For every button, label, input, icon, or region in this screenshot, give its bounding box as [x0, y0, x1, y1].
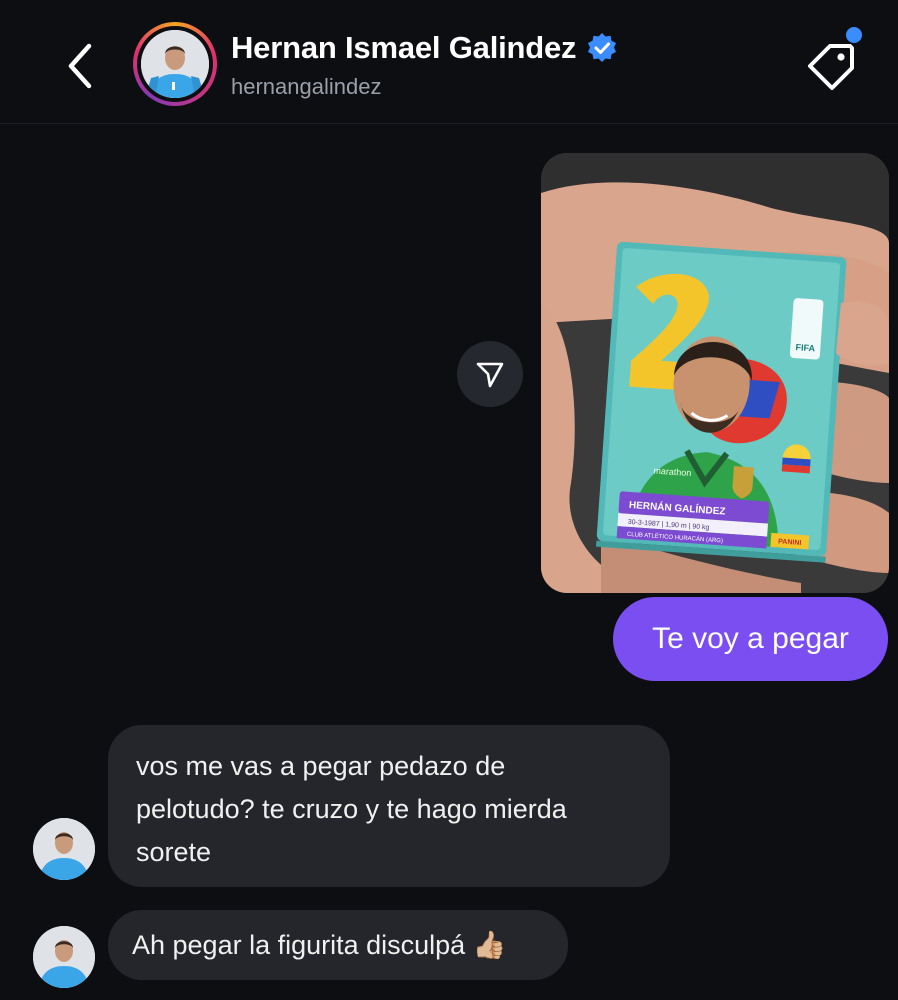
verified-badge-icon	[588, 33, 617, 62]
avatar[interactable]	[33, 818, 95, 880]
tag-icon	[808, 44, 854, 90]
send-icon	[476, 362, 504, 388]
username: hernangalindez	[231, 74, 382, 99]
avatar	[141, 30, 209, 98]
notification-dot	[846, 27, 862, 43]
profile-avatar-ring[interactable]	[133, 22, 217, 106]
avatar[interactable]	[33, 926, 95, 988]
contact-title[interactable]: Hernan Ismael Galindez	[231, 28, 618, 68]
sticker-fifa-text: FIFA	[795, 342, 816, 353]
message-photo[interactable]: FIFA marathon HERNÁN GALÍNDEZ 30-3-1987 …	[541, 153, 889, 593]
message-line: pelotudo? te cruzo y te hago mierda	[136, 794, 567, 824]
tag-button[interactable]	[806, 40, 858, 92]
chat-header: Hernan Ismael Galindez hernangalindez	[0, 0, 898, 124]
message-bubble-outgoing[interactable]: Te voy a pegar	[613, 597, 888, 681]
message-bubble-incoming[interactable]: vos me vas a pegar pedazo de pelotudo? t…	[108, 725, 670, 887]
chevron-left-icon	[68, 43, 92, 89]
back-button[interactable]	[60, 40, 100, 92]
message-line: sorete	[136, 837, 212, 867]
message-line: vos me vas a pegar pedazo de	[136, 751, 506, 781]
contact-name: Hernan Ismael Galindez	[231, 30, 577, 65]
message-bubble-incoming[interactable]: Ah pegar la figurita disculpá 👍🏼	[108, 910, 568, 980]
share-button[interactable]	[457, 341, 523, 407]
